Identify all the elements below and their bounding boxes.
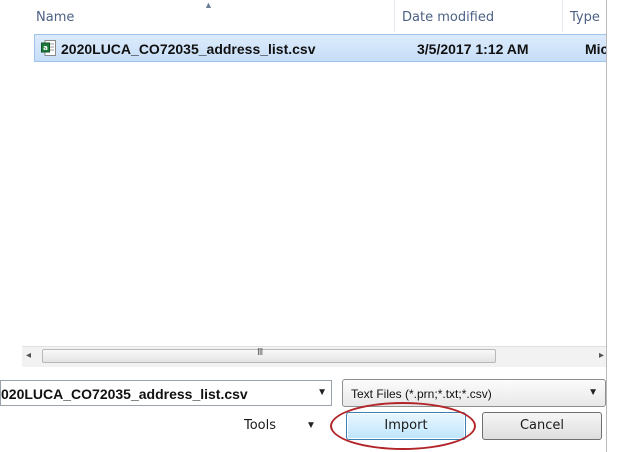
file-list-pane[interactable]: Name ▲ Date modified Type a 2020LUCA_CO7… (22, 0, 606, 343)
scroll-right-arrow-icon[interactable]: ▸ (599, 350, 604, 361)
csv-file-icon: a (41, 40, 56, 56)
file-name-combobox[interactable]: 020LUCA_CO72035_address_list.csv ▼ (0, 380, 332, 406)
tools-button[interactable]: Tools ▼ (230, 412, 332, 440)
scroll-left-arrow-icon[interactable]: ◂ (26, 350, 31, 361)
file-type-filter-value: Text Files (*.prn;*.txt;*.csv) (351, 387, 492, 401)
sort-ascending-icon: ▲ (204, 0, 213, 10)
cancel-button[interactable]: Cancel (482, 412, 602, 440)
window-edge (606, 0, 620, 452)
column-divider[interactable] (394, 0, 395, 32)
file-date-cell: 3/5/2017 1:12 AM (417, 41, 529, 57)
scrollbar-thumb[interactable]: III (42, 347, 496, 363)
scrollbar-grip: III (257, 347, 263, 358)
column-header-date-modified[interactable]: Date modified (402, 10, 494, 25)
horizontal-scrollbar[interactable]: ◂ III ▸ (22, 346, 606, 367)
chevron-down-icon[interactable]: ▼ (317, 387, 327, 398)
import-button[interactable]: Import (346, 412, 466, 440)
chevron-down-icon[interactable]: ▼ (588, 387, 598, 398)
chevron-down-icon: ▼ (306, 420, 316, 431)
file-type-cell: Micro (585, 41, 606, 57)
tools-label: Tools (244, 418, 277, 433)
column-header-type[interactable]: Type (570, 10, 600, 25)
file-row-selected[interactable]: a 2020LUCA_CO72035_address_list.csv 3/5/… (34, 34, 606, 62)
file-name-cell: 2020LUCA_CO72035_address_list.csv (61, 41, 316, 57)
column-divider[interactable] (562, 0, 563, 32)
column-header-name[interactable]: Name (36, 10, 74, 25)
svg-text:a: a (43, 44, 48, 52)
file-name-input[interactable]: 020LUCA_CO72035_address_list.csv (1, 386, 248, 402)
file-type-filter-dropdown[interactable]: Text Files (*.prn;*.txt;*.csv) ▼ (342, 379, 606, 407)
column-header-row: Name ▲ Date modified Type (22, 0, 606, 32)
import-file-dialog: Name ▲ Date modified Type a 2020LUCA_CO7… (0, 0, 620, 452)
